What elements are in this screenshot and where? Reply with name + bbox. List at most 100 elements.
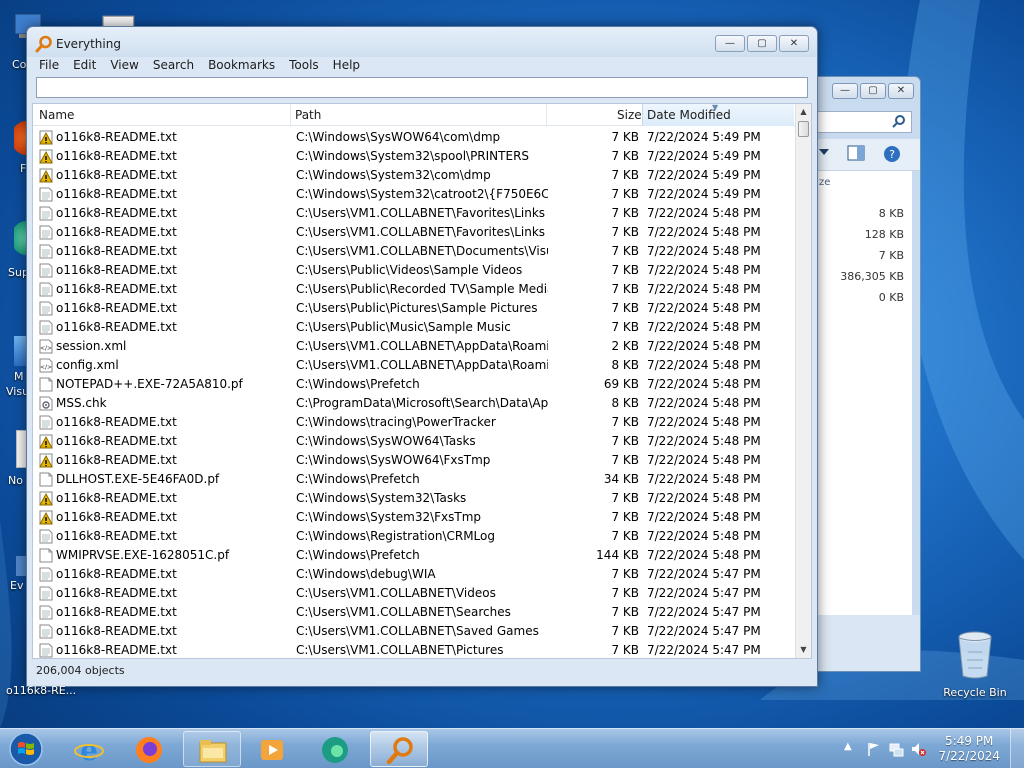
table-row[interactable]: o116k8-README.txt C:\Windows\System32\Fxs… — [33, 508, 793, 527]
taskbar-media-player[interactable] — [244, 731, 302, 767]
everything-window[interactable]: Everything — ▢ ✕ File Edit View Search B… — [26, 26, 818, 687]
file-date-modified: 7/22/2024 5:49 PM — [647, 149, 761, 163]
table-row[interactable]: DLLHOST.EXE-5E46FA0D.pf C:\Windows\Prefet… — [33, 470, 793, 489]
start-button[interactable] — [6, 731, 46, 767]
internet-explorer-icon: e — [74, 735, 104, 765]
file-path: C:\Users\VM1.COLLABNET\Searches — [296, 605, 511, 619]
column-date-modified[interactable]: Date Modified — [647, 108, 731, 122]
results-list[interactable]: ▼ Name Path Size Date Modified o116k8-RE… — [32, 103, 812, 659]
minimize-button[interactable]: — — [715, 35, 745, 52]
file-size: 7 KB — [611, 453, 639, 467]
close-button[interactable]: ✕ — [779, 35, 809, 52]
file-path: C:\Users\Public\Videos\Sample Videos — [296, 263, 523, 277]
show-hidden-icons-icon[interactable]: ▲ — [844, 741, 860, 757]
file-name: o116k8-README.txt — [56, 491, 177, 505]
chevron-down-icon[interactable] — [819, 149, 829, 157]
table-row[interactable]: </> config.xml C:\Users\VM1.COLLABNET\AppD… — [33, 356, 793, 375]
desktop-icon-recycle-bin[interactable]: Recycle Bin — [940, 630, 1010, 699]
table-row[interactable]: o116k8-README.txt C:\Windows\System32\com… — [33, 166, 793, 185]
file-size: 7 KB — [611, 149, 639, 163]
table-row[interactable]: o116k8-README.txt C:\Windows\System32\spo… — [33, 147, 793, 166]
table-row[interactable]: o116k8-README.txt C:\Users\VM1.COLLABNET\… — [33, 622, 793, 641]
table-row[interactable]: o116k8-README.txt C:\Users\VM1.COLLABNET\… — [33, 223, 793, 242]
column-divider[interactable] — [546, 104, 547, 126]
table-row[interactable]: o116k8-README.txt C:\Users\Public\Picture… — [33, 299, 793, 318]
bg-maximize-button[interactable]: ▢ — [860, 83, 886, 99]
table-row[interactable]: </> session.xml C:\Users\VM1.COLLABNET\App… — [33, 337, 793, 356]
volume-muted-icon[interactable] — [910, 741, 926, 757]
file-path: C:\Users\VM1.COLLABNET\Videos — [296, 586, 496, 600]
bg-close-button[interactable]: ✕ — [888, 83, 914, 99]
table-row[interactable]: WMIPRVSE.EXE-1628051C.pf C:\Windows\Prefe… — [33, 546, 793, 565]
scroll-thumb[interactable] — [798, 121, 809, 137]
taskbar-internet-explorer[interactable]: e — [60, 731, 118, 767]
column-size[interactable]: Size — [617, 108, 642, 122]
menu-tools[interactable]: Tools — [282, 57, 326, 76]
table-row[interactable]: o116k8-README.txt C:\Windows\SysWOW64\com… — [33, 128, 793, 147]
table-row[interactable]: o116k8-README.txt C:\Users\Public\Videos\… — [33, 261, 793, 280]
table-row[interactable]: o116k8-README.txt C:\Windows\System32\Tas… — [33, 489, 793, 508]
table-row[interactable]: o116k8-README.txt C:\Windows\System32\cat… — [33, 185, 793, 204]
table-row[interactable]: NOTEPAD++.EXE-72A5A810.pf C:\Windows\Pref… — [33, 375, 793, 394]
file-name: o116k8-README.txt — [56, 187, 177, 201]
maximize-button[interactable]: ▢ — [747, 35, 777, 52]
bg-search-field[interactable] — [811, 111, 912, 133]
help-icon[interactable]: ? — [883, 145, 901, 163]
bg-minimize-button[interactable]: — — [832, 83, 858, 99]
show-desktop-button[interactable] — [1010, 729, 1024, 768]
table-row[interactable]: o116k8-README.txt C:\Users\Public\Music\S… — [33, 318, 793, 337]
action-center-flag-icon[interactable] — [866, 741, 882, 757]
table-row[interactable]: o116k8-README.txt C:\Windows\SysWOW64\Fxs… — [33, 451, 793, 470]
file-date-modified: 7/22/2024 5:48 PM — [647, 472, 761, 486]
menu-file[interactable]: File — [32, 57, 66, 76]
taskbar-edge[interactable] — [306, 731, 364, 767]
file-size: 7 KB — [611, 415, 639, 429]
scroll-down-icon[interactable]: ▼ — [796, 642, 811, 658]
clock[interactable]: 5:49 PM 7/22/2024 — [938, 734, 1000, 764]
file-date-modified: 7/22/2024 5:47 PM — [647, 605, 761, 619]
text-file-icon — [39, 529, 53, 544]
table-row[interactable]: o116k8-README.txt C:\Users\VM1.COLLABNET\… — [33, 204, 793, 223]
text-file-icon — [39, 605, 53, 620]
file-size: 7 KB — [611, 282, 639, 296]
search-input[interactable] — [36, 77, 808, 98]
vertical-scrollbar[interactable]: ▲ ▼ — [795, 104, 811, 658]
taskbar-firefox[interactable] — [120, 731, 178, 767]
table-row[interactable]: o116k8-README.txt C:\Users\VM1.COLLABNET\… — [33, 603, 793, 622]
table-row[interactable]: o116k8-README.txt C:\Users\VM1.COLLABNET\… — [33, 584, 793, 603]
table-row[interactable]: o116k8-README.txt C:\Windows\Registration… — [33, 527, 793, 546]
file-path: C:\Users\VM1.COLLABNET\Saved Games — [296, 624, 539, 638]
file-date-modified: 7/22/2024 5:47 PM — [647, 624, 761, 638]
file-date-modified: 7/22/2024 5:48 PM — [647, 548, 761, 562]
menu-bookmarks[interactable]: Bookmarks — [201, 57, 282, 76]
menu-edit[interactable]: Edit — [66, 57, 103, 76]
desktop-file-label[interactable]: o116k8-RE... — [6, 684, 76, 697]
background-explorer-window[interactable]: — ▢ ✕ ? ze 8 KB 128 KB 7 KB 386,305 KB 0… — [810, 76, 921, 672]
scroll-up-icon[interactable]: ▲ — [796, 104, 811, 120]
table-row[interactable]: o116k8-README.txt C:\Users\VM1.COLLABNET\… — [33, 242, 793, 261]
table-row[interactable]: o116k8-README.txt C:\Windows\tracing\Powe… — [33, 413, 793, 432]
table-row[interactable]: MSS.chk C:\ProgramData\Microsoft\Search\D… — [33, 394, 793, 413]
text-file-icon — [39, 643, 53, 658]
preview-pane-icon[interactable] — [847, 145, 865, 161]
file-path: C:\Windows\System32\Tasks — [296, 491, 467, 505]
taskbar-file-explorer[interactable] — [183, 731, 241, 767]
menu-search[interactable]: Search — [146, 57, 201, 76]
ransom-note-icon — [39, 453, 53, 468]
table-row[interactable]: o116k8-README.txt C:\Users\Public\Recorde… — [33, 280, 793, 299]
file-path: C:\Windows\tracing\PowerTracker — [296, 415, 496, 429]
svg-text:</>: </> — [40, 364, 52, 371]
table-row[interactable]: o116k8-README.txt C:\Users\VM1.COLLABNET\… — [33, 641, 793, 658]
menu-help[interactable]: Help — [326, 57, 367, 76]
column-path[interactable]: Path — [295, 108, 321, 122]
title-bar[interactable]: Everything — ▢ ✕ — [27, 27, 817, 57]
taskbar-everything[interactable] — [370, 731, 428, 767]
column-divider[interactable] — [290, 104, 291, 126]
file-date-modified: 7/22/2024 5:48 PM — [647, 225, 761, 239]
file-size: 7 KB — [611, 510, 639, 524]
table-row[interactable]: o116k8-README.txt C:\Windows\SysWOW64\Tas… — [33, 432, 793, 451]
column-name[interactable]: Name — [39, 108, 74, 122]
network-icon[interactable] — [888, 741, 904, 757]
table-row[interactable]: o116k8-README.txt C:\Windows\debug\WIA 7 K… — [33, 565, 793, 584]
menu-view[interactable]: View — [103, 57, 145, 76]
